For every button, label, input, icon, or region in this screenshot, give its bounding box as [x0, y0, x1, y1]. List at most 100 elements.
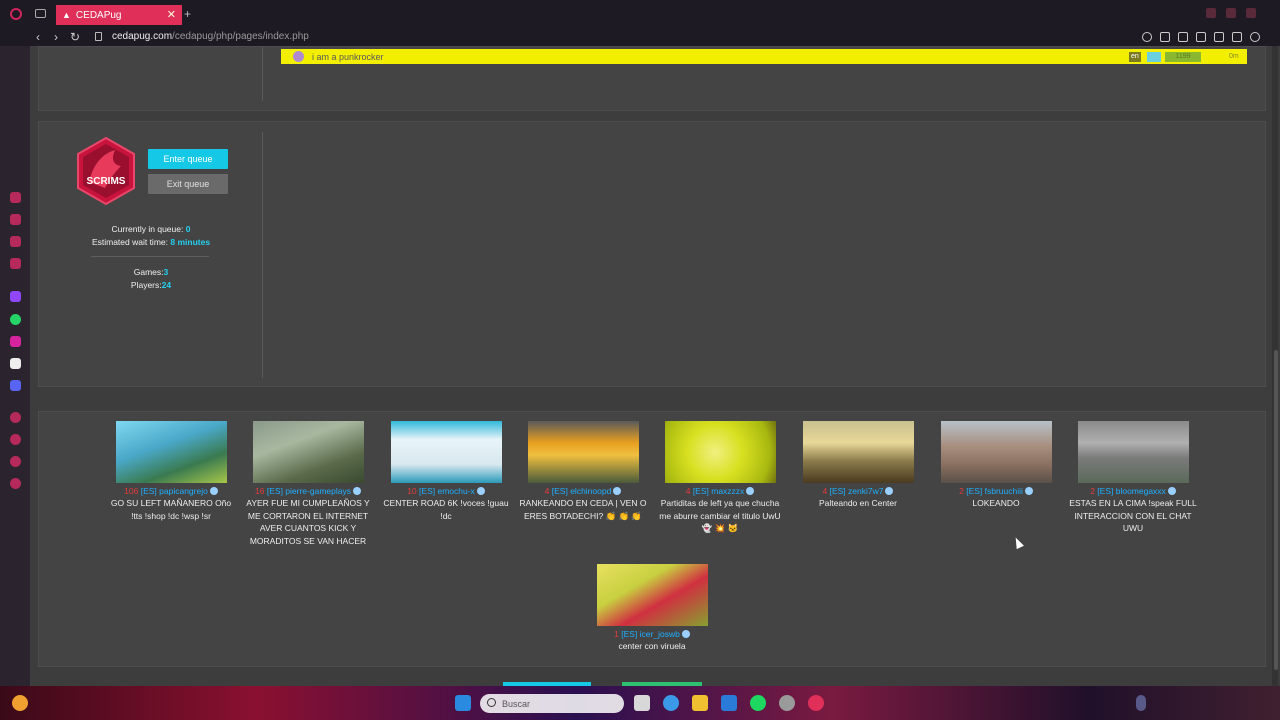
players-value: 24 — [161, 280, 172, 290]
tab-title: CEDAPug — [75, 9, 122, 21]
stream-info: 2 [ES] bloomegaxxx — [1065, 486, 1201, 496]
edge-icon[interactable] — [663, 695, 679, 711]
discord-icon[interactable] — [10, 380, 21, 391]
stream-card[interactable]: 4 [ES] elchinoopd RANKEANDO EN CEDA | VE… — [515, 421, 651, 522]
maximize-icon[interactable] — [1226, 8, 1236, 18]
streamer-name[interactable]: [ES] elchinoopd — [552, 486, 612, 496]
viewer-count: 4 — [544, 486, 550, 496]
stream-thumbnail[interactable] — [115, 421, 227, 483]
sidebar-icon-5[interactable] — [10, 412, 21, 423]
stream-thumbnail[interactable] — [1077, 421, 1189, 483]
minimize-icon[interactable] — [1206, 8, 1216, 18]
shield-icon[interactable] — [1196, 32, 1206, 42]
sidebar-icon-4[interactable] — [10, 258, 21, 269]
stream-info: 2 [ES] fsbruuchiii — [928, 486, 1064, 496]
stream-card[interactable]: 10 [ES] emochu-x CENTER ROAD 6K !voces !… — [378, 421, 514, 522]
streams-panel: 106 [ES] papicangrejo GO SU LEFT MAÑANER… — [38, 411, 1266, 667]
tab-cedapug[interactable]: ▲ CEDAPug ✕ — [56, 5, 182, 25]
wait-time: Estimated wait time: 8 minutes — [39, 237, 263, 247]
stream-thumbnail[interactable] — [802, 421, 914, 483]
streamer-name[interactable]: [ES] pierre-gameplays — [267, 486, 351, 496]
scrollbar-thumb[interactable] — [1274, 350, 1278, 670]
streamer-name[interactable]: [ES] icer_joswb — [621, 629, 680, 639]
forward-icon[interactable]: › — [54, 30, 58, 44]
games-label: Games: — [133, 267, 164, 277]
reload-icon[interactable]: ↻ — [70, 30, 80, 44]
instagram-icon[interactable] — [10, 336, 21, 347]
stream-card[interactable]: 106 [ES] papicangrejo GO SU LEFT MAÑANER… — [103, 421, 239, 522]
queue-divider — [262, 132, 263, 378]
stream-card[interactable]: 2 [ES] bloomegaxxx ESTAS EN LA CIMA !spe… — [1065, 421, 1201, 535]
twitch-icon[interactable] — [10, 291, 21, 302]
sidebar-icon-7[interactable] — [10, 456, 21, 467]
whatsapp-icon[interactable] — [10, 314, 21, 325]
scrims-logo: SCRIMS — [77, 136, 135, 206]
games-value: 3 — [163, 267, 169, 277]
stream-title: ESTAS EN LA CIMA !speak FULL INTERACCION… — [1069, 498, 1197, 533]
streamer-name[interactable]: [ES] fsbruuchiii — [966, 486, 1023, 496]
sidebar-icon-3[interactable] — [10, 236, 21, 247]
stream-card[interactable]: 2 [ES] fsbruuchiii LOKEANDO — [928, 421, 1064, 510]
sidebar-icon-1[interactable] — [10, 192, 21, 203]
taskbar: Buscar — [0, 686, 1280, 720]
sidebar-icon-6[interactable] — [10, 434, 21, 445]
streamer-name[interactable]: [ES] papicangrejo — [141, 486, 208, 496]
steam-icon[interactable] — [779, 695, 795, 711]
back-icon[interactable]: ‹ — [36, 30, 40, 44]
weather-icon[interactable] — [12, 695, 28, 711]
spotify-icon[interactable] — [750, 695, 766, 711]
sidebar-icon-2[interactable] — [10, 214, 21, 225]
streamer-name[interactable]: [ES] maxzzzx — [693, 486, 744, 496]
url-field[interactable]: cedapug.com/cedapug/php/pages/index.php — [112, 31, 309, 42]
streamer-name[interactable]: [ES] bloomegaxxx — [1097, 486, 1166, 496]
stream-card[interactable]: 1 [ES] icer_joswb center con viruela — [584, 564, 720, 653]
tab-overview-icon[interactable] — [35, 9, 46, 18]
send-icon[interactable] — [1232, 32, 1242, 42]
stream-thumbnail[interactable] — [596, 564, 708, 626]
stream-title: Palteando en Center — [819, 498, 897, 508]
stream-info: 10 [ES] emochu-x — [378, 486, 514, 496]
zoom-icon[interactable] — [1142, 32, 1152, 42]
exit-queue-button[interactable]: Exit queue — [148, 174, 228, 194]
url-domain: cedapug.com — [112, 31, 173, 42]
snapshot-icon[interactable] — [1178, 32, 1188, 42]
heart-icon[interactable] — [1250, 32, 1260, 42]
streamer-name[interactable]: [ES] zenki7w7 — [830, 486, 884, 496]
stream-thumbnail[interactable] — [940, 421, 1052, 483]
players-label: Players: — [130, 280, 162, 290]
microphone-icon[interactable] — [1136, 695, 1146, 711]
close-window-icon[interactable] — [1246, 8, 1256, 18]
task-view-icon[interactable] — [634, 695, 650, 711]
stream-card[interactable]: 4 [ES] maxzzzx Partiditas de left ya que… — [652, 421, 788, 535]
opera-gx-icon[interactable] — [808, 695, 824, 711]
enter-queue-button[interactable]: Enter queue — [148, 149, 228, 169]
store-icon[interactable] — [721, 695, 737, 711]
sidebar-icon-8[interactable] — [10, 478, 21, 489]
stream-card[interactable]: 16 [ES] pierre-gameplays AYER FUE MI CUM… — [240, 421, 376, 547]
opera-logo-icon[interactable] — [10, 8, 22, 20]
verified-icon — [209, 487, 218, 495]
stream-thumbnail[interactable] — [664, 421, 776, 483]
stream-thumbnail[interactable] — [252, 421, 364, 483]
player-row[interactable]: i am a punkrocker en 1199 0m — [281, 49, 1247, 64]
stream-title: AYER FUE MI CUMPLEAÑOS Y ME CORTARON EL … — [246, 498, 370, 546]
bookmark-icon[interactable] — [1160, 32, 1170, 42]
verified-icon — [613, 487, 622, 495]
tab-close-icon[interactable]: ✕ — [167, 8, 176, 21]
tiktok-icon[interactable] — [10, 358, 21, 369]
queue-count-value: 0 — [185, 224, 191, 234]
taskbar-search[interactable]: Buscar — [480, 694, 624, 713]
new-tab-button[interactable]: + — [184, 7, 191, 21]
stream-info: 1 [ES] icer_joswb — [584, 629, 720, 639]
viewer-count: 4 — [685, 486, 691, 496]
file-explorer-icon[interactable] — [692, 695, 708, 711]
streamer-name[interactable]: [ES] emochu-x — [419, 486, 475, 496]
players-count: Players:24 — [39, 280, 263, 290]
stream-thumbnail[interactable] — [527, 421, 639, 483]
wait-time-value: 8 minutes — [170, 237, 211, 247]
translate-icon[interactable] — [1214, 32, 1224, 42]
verified-icon — [681, 630, 690, 638]
stream-thumbnail[interactable] — [390, 421, 502, 483]
stream-card[interactable]: 4 [ES] zenki7w7 Palteando en Center — [790, 421, 926, 510]
start-icon[interactable] — [455, 695, 471, 711]
